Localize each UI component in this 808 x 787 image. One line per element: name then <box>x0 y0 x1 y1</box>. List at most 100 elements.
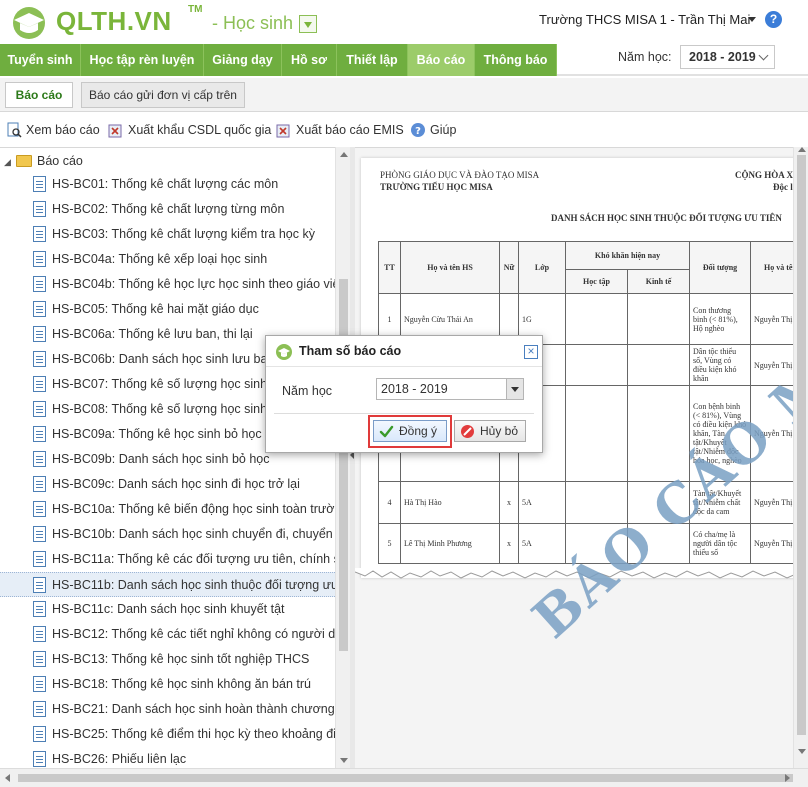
report-list: HS-BC01: Thống kê chất lượng các môn HS-B… <box>0 172 335 768</box>
dialog-year-select[interactable]: 2018 - 2019 <box>376 378 524 400</box>
report-list-item-label: HS-BC07: Thống kê số lượng học sinh bị <box>52 377 281 391</box>
folder-icon <box>16 154 32 167</box>
report-list-item[interactable]: HS-BC13: Thống kê học sinh tốt nghiệp TH… <box>0 647 335 672</box>
export-national-db-button[interactable]: Xuất khẩu CSDL quốc gia <box>106 121 271 139</box>
close-icon[interactable]: × <box>524 345 538 359</box>
menu-tuyen-sinh[interactable]: Tuyển sinh <box>0 44 81 76</box>
preview-scroll-thumb[interactable] <box>797 155 806 735</box>
menu-bao-cao[interactable]: Báo cáo <box>408 44 475 76</box>
col-header-parent: Họ và tên <box>750 241 793 294</box>
cell-study <box>565 293 628 345</box>
report-list-item[interactable]: HS-BC03: Thống kê chất lượng kiểm tra họ… <box>0 222 335 247</box>
menu-thiet-lap[interactable]: Thiết lập <box>337 44 408 76</box>
cell-object: Có cha/mẹ là người dân tộc thiểu số <box>689 523 751 564</box>
col-header-name: Họ và tên HS <box>400 241 500 294</box>
report-list-item[interactable]: HS-BC04a: Thống kê xếp loại học sinh <box>0 247 335 272</box>
caret-down-icon <box>748 17 756 22</box>
collapse-triangle-icon[interactable]: ◢ <box>4 153 12 171</box>
report-list-item-label: HS-BC10a: Thống kê biến động học sinh to… <box>52 502 335 516</box>
report-list-item-label: HS-BC09c: Danh sách học sinh đi học trở … <box>52 477 300 491</box>
report-list-item[interactable]: HS-BC09c: Danh sách học sinh đi học trở … <box>0 472 335 497</box>
report-republic: CỘNG HÒA X <box>735 170 793 180</box>
dropdown-arrow-icon[interactable] <box>506 379 523 399</box>
report-parameters-dialog: Tham số báo cáo × Năm học 2018 - 2019 Đồ… <box>265 335 543 453</box>
report-list-item-label: HS-BC09a: Thống kê học sinh bỏ học <box>52 427 262 441</box>
document-icon <box>33 726 46 742</box>
report-list-item[interactable]: HS-BC26: Phiếu liên lạc <box>0 747 335 768</box>
user-menu[interactable]: Trường THCS MISA 1 - Trần Thị Mai <box>539 12 764 27</box>
dialog-header: Tham số báo cáo × <box>266 336 542 367</box>
role-dropdown-button[interactable] <box>299 15 317 33</box>
report-tree: ◢ Báo cáo HS-BC01: Thống kê chất lượng cá… <box>0 147 350 768</box>
view-report-icon <box>7 122 22 138</box>
report-list-item[interactable]: HS-BC11a: Thống kê các đối tượng ưu tiên… <box>0 547 335 572</box>
dialog-year-value: 2018 - 2019 <box>381 382 448 396</box>
report-list-item[interactable]: HS-BC12: Thống kê các tiết nghỉ không có… <box>0 622 335 647</box>
scroll-down-arrow-icon[interactable] <box>798 749 806 754</box>
preview-scrollbar[interactable] <box>793 147 808 768</box>
horizontal-scroll-thumb[interactable] <box>18 774 793 782</box>
document-icon <box>33 501 46 517</box>
report-list-item[interactable]: HS-BC18: Thống kê học sinh không ăn bán … <box>0 672 335 697</box>
report-list-item[interactable]: HS-BC04b: Thống kê học lực học sinh theo… <box>0 272 335 297</box>
tree-root-node[interactable]: ◢ Báo cáo <box>4 152 83 170</box>
document-icon <box>33 301 46 317</box>
cancel-button[interactable]: Hủy bỏ <box>454 420 526 442</box>
cell-gender: x <box>499 481 519 524</box>
col-header-class: Lớp <box>518 241 566 294</box>
report-school: TRƯỜNG TIỂU HỌC MISA <box>380 182 493 192</box>
document-icon <box>33 577 46 593</box>
menu-ho-so[interactable]: Hồ sơ <box>282 44 337 76</box>
cell-gender: x <box>499 523 519 564</box>
view-report-button[interactable]: Xem báo cáo <box>4 121 100 139</box>
report-list-item-label: HS-BC13: Thống kê học sinh tốt nghiệp TH… <box>52 652 310 666</box>
document-icon <box>33 626 46 642</box>
report-list-item[interactable]: HS-BC10a: Thống kê biến động học sinh to… <box>0 497 335 522</box>
report-list-item[interactable]: HS-BC10b: Danh sách học sinh chuyển đi, … <box>0 522 335 547</box>
horizontal-scrollbar[interactable] <box>0 768 808 787</box>
report-list-item[interactable]: HS-BC25: Thống kê điểm thi học kỳ theo k… <box>0 722 335 747</box>
ok-button[interactable]: Đồng ý <box>373 420 447 442</box>
report-list-item-label: HS-BC10b: Danh sách học sinh chuyển đi, … <box>52 527 335 541</box>
help-icon[interactable]: ? <box>765 11 782 28</box>
col-header-object: Đối tượng <box>689 241 751 294</box>
report-list-item[interactable]: HS-BC05: Thống kê hai mặt giáo dục <box>0 297 335 322</box>
scroll-down-arrow-icon[interactable] <box>340 758 348 763</box>
svg-text:?: ? <box>415 126 421 137</box>
help-button[interactable]: ? Giúp <box>408 121 456 139</box>
cell-study <box>565 344 628 386</box>
report-list-item-label: HS-BC01: Thống kê chất lượng các môn <box>52 177 279 191</box>
scroll-right-arrow-icon[interactable] <box>785 774 790 782</box>
menu-giang-day[interactable]: Giảng dạy <box>204 44 282 76</box>
report-list-item-label: HS-BC08: Thống kê số lượng học sinh th <box>52 402 281 416</box>
report-list-item[interactable]: HS-BC11c: Danh sách học sinh khuyết tật <box>0 597 335 622</box>
graduation-cap-logo-icon <box>13 7 45 39</box>
dialog-year-label: Năm học <box>282 384 333 398</box>
col-header-tt: TT <box>378 241 401 294</box>
scroll-up-arrow-icon[interactable] <box>798 147 806 152</box>
scroll-left-arrow-icon[interactable] <box>5 774 10 782</box>
tree-scrollbar[interactable] <box>335 147 350 768</box>
menu-hoc-tap-ren-luyen[interactable]: Học tập rèn luyện <box>81 44 204 76</box>
document-icon <box>33 526 46 542</box>
report-list-item-label: HS-BC06a: Thống kê lưu ban, thi lại <box>52 327 253 341</box>
report-list-item-label: HS-BC25: Thống kê điểm thi học kỳ theo k… <box>52 727 335 741</box>
report-list-item[interactable]: HS-BC01: Thống kê chất lượng các môn <box>0 172 335 197</box>
cell-parent: Nguyễn Thị <box>750 293 793 345</box>
document-icon <box>33 751 46 767</box>
menu-thong-bao[interactable]: Thông báo <box>475 44 557 76</box>
cell-object: Dân tộc thiểu số, Vùng có điều kiện khó … <box>689 344 751 386</box>
document-icon <box>33 426 46 442</box>
tab-bao-cao-gui-cap-tren[interactable]: Báo cáo gửi đơn vị cấp trên <box>81 82 245 108</box>
report-list-item-label: HS-BC21: Danh sách học sinh hoàn thành c… <box>52 702 335 716</box>
school-year-select[interactable]: 2018 - 2019 <box>680 45 775 69</box>
scroll-up-arrow-icon[interactable] <box>340 152 348 157</box>
report-list-item-label: HS-BC02: Thống kê chất lượng từng môn <box>52 202 285 216</box>
tab-bao-cao[interactable]: Báo cáo <box>5 82 73 108</box>
document-icon <box>33 226 46 242</box>
report-list-item[interactable]: HS-BC02: Thống kê chất lượng từng môn <box>0 197 335 222</box>
report-list-item[interactable]: HS-BC21: Danh sách học sinh hoàn thành c… <box>0 697 335 722</box>
export-emis-button[interactable]: Xuất báo cáo EMIS <box>274 121 404 139</box>
report-toolbar: Xem báo cáo Xuất khẩu CSDL quốc gia Xuất… <box>0 116 808 143</box>
report-list-item[interactable]: HS-BC11b: Danh sách học sinh thuộc đối t… <box>0 572 335 597</box>
